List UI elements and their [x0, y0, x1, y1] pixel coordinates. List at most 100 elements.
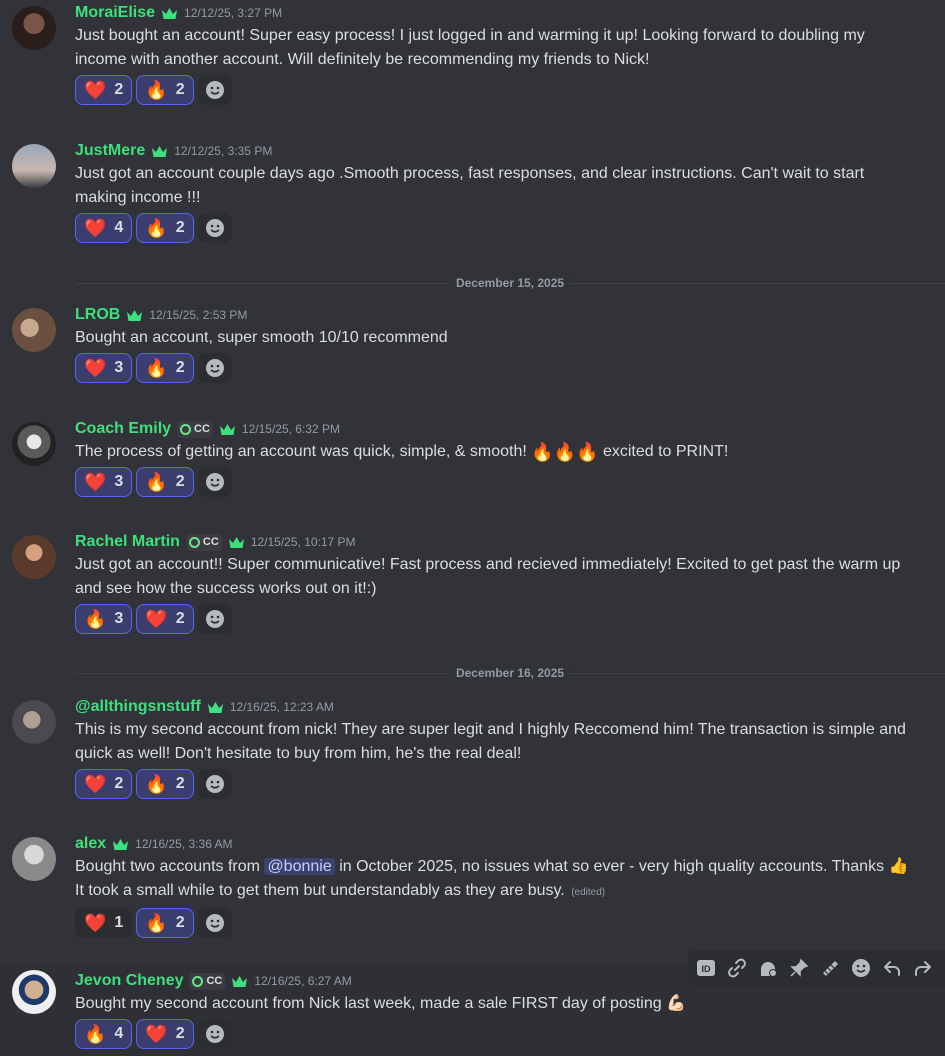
message-text-part: It took a small while to get them but un…	[75, 882, 565, 899]
server-tag-label: CC	[202, 536, 219, 548]
edited-label: (edited)	[571, 887, 606, 898]
server-tag[interactable]: CC	[185, 533, 222, 551]
fire-emoji: 🔥	[84, 609, 107, 629]
add-reaction-button[interactable]	[197, 1019, 232, 1049]
reply-icon[interactable]	[882, 958, 902, 978]
crown-icon	[127, 309, 143, 321]
username[interactable]: alex	[75, 835, 106, 853]
timestamp: 12/15/25, 6:32 PM	[241, 422, 340, 436]
smiley-icon	[205, 219, 224, 237]
user-mention[interactable]: @bonnie	[264, 858, 335, 875]
username[interactable]: MoraiElise	[75, 4, 155, 22]
fire-emoji: 🔥	[145, 358, 168, 378]
fire-emoji: 🔥	[145, 218, 168, 238]
reaction-heart[interactable]: ❤️ 2	[75, 75, 133, 105]
fire-emoji: 🔥	[145, 80, 168, 100]
reaction-count: 2	[175, 1025, 185, 1042]
server-tag[interactable]: CC	[177, 420, 213, 438]
reaction-fire[interactable]: 🔥 2	[136, 467, 194, 497]
link-icon[interactable]	[727, 958, 747, 978]
reaction-count: 4	[114, 1025, 124, 1042]
reaction-fire[interactable]: 🔥 2	[136, 908, 194, 938]
avatar[interactable]	[12, 535, 56, 579]
crown-icon	[113, 838, 129, 850]
add-reaction-button[interactable]	[197, 604, 232, 634]
heart-emoji: ❤️	[84, 358, 107, 378]
add-reaction-icon[interactable]	[851, 958, 871, 978]
avatar[interactable]	[12, 308, 56, 352]
message-text: income with another account. Will defini…	[75, 51, 650, 68]
message-text: and see how the success works out on it!…	[75, 580, 377, 597]
timestamp: 12/12/25, 3:35 PM	[174, 144, 273, 158]
username[interactable]: Coach Emily	[75, 420, 171, 438]
svg-text:ID: ID	[702, 964, 712, 974]
reaction-count: 2	[175, 473, 185, 490]
heart-emoji: ❤️	[84, 472, 107, 492]
message-text: Just got an account couple days ago .Smo…	[75, 165, 865, 182]
timestamp: 12/15/25, 2:53 PM	[149, 308, 248, 322]
reaction-fire[interactable]: 🔥 2	[136, 353, 194, 383]
fire-emoji: 🔥	[145, 774, 168, 794]
forward-icon[interactable]	[913, 958, 933, 978]
reaction-count: 2	[175, 359, 185, 376]
message-text: making income !!!	[75, 189, 201, 206]
username[interactable]: Rachel Martin	[75, 533, 180, 551]
message: alex 12/16/25, 3:36 AM Bought two accoun…	[0, 833, 945, 953]
heart-emoji: ❤️	[145, 1024, 168, 1044]
server-tag-label: CC	[206, 975, 223, 987]
username[interactable]: JustMere	[75, 142, 145, 160]
reaction-heart[interactable]: ❤️ 4	[75, 213, 133, 243]
reaction-fire[interactable]: 🔥 2	[136, 75, 194, 105]
reaction-fire[interactable]: 🔥 3	[75, 604, 133, 634]
smiley-icon	[205, 914, 224, 932]
reaction-fire[interactable]: 🔥 2	[136, 213, 194, 243]
timestamp: 12/16/25, 6:27 AM	[254, 974, 352, 988]
add-reaction-button[interactable]	[197, 213, 232, 243]
reaction-fire[interactable]: 🔥 2	[136, 769, 194, 799]
reaction-count: 3	[114, 610, 124, 627]
avatar[interactable]	[12, 700, 56, 744]
reaction-heart[interactable]: ❤️ 1	[75, 908, 133, 938]
reaction-heart[interactable]: ❤️ 3	[75, 467, 133, 497]
message: MoraiElise 12/12/25, 3:27 PM Just bought…	[0, 2, 945, 122]
reaction-heart[interactable]: ❤️ 3	[75, 353, 133, 383]
server-tag[interactable]: CC	[189, 972, 226, 990]
heart-emoji: ❤️	[145, 609, 168, 629]
add-reaction-button[interactable]	[197, 353, 232, 383]
heart-emoji: ❤️	[84, 913, 107, 933]
app-id-icon[interactable]: ID	[696, 958, 716, 978]
add-reaction-button[interactable]	[197, 467, 232, 497]
heart-emoji: ❤️	[84, 774, 107, 794]
reaction-count: 2	[175, 775, 185, 792]
crown-icon	[232, 975, 248, 987]
fire-emoji: 🔥🔥🔥	[531, 442, 599, 462]
add-reaction-button[interactable]	[197, 769, 232, 799]
message-text-part: excited to PRINT!	[602, 443, 729, 460]
smiley-icon	[205, 1025, 224, 1043]
add-reaction-button[interactable]	[197, 908, 232, 938]
thread-icon[interactable]	[758, 958, 778, 978]
reaction-heart[interactable]: ❤️ 2	[136, 1019, 194, 1049]
reaction-heart[interactable]: ❤️ 2	[136, 604, 194, 634]
username[interactable]: LROB	[75, 306, 120, 324]
mark-unread-icon[interactable]	[820, 958, 840, 978]
message-text-part: The process of getting an account was qu…	[75, 443, 527, 460]
avatar[interactable]	[12, 144, 56, 188]
username[interactable]: Jevon Cheney	[75, 972, 183, 990]
avatar[interactable]	[12, 6, 56, 50]
pin-icon[interactable]	[789, 958, 809, 978]
avatar[interactable]	[12, 837, 56, 881]
message-text: Bought two accounts from @bonnie in Octo…	[75, 855, 945, 879]
message-text-part: Bought two accounts from	[75, 858, 260, 875]
avatar[interactable]	[12, 422, 56, 466]
reaction-heart[interactable]: ❤️ 2	[75, 769, 133, 799]
username[interactable]: @allthingsnstuff	[75, 698, 201, 716]
message-text: quick as well! Don't hesitate to buy fro…	[75, 745, 522, 762]
smiley-icon	[205, 359, 224, 377]
avatar[interactable]	[12, 970, 56, 1014]
heart-emoji: ❤️	[84, 218, 107, 238]
message-text: Bought an account, super smooth 10/10 re…	[75, 329, 448, 346]
reaction-fire[interactable]: 🔥 4	[75, 1019, 133, 1049]
add-reaction-button[interactable]	[197, 75, 232, 105]
tag-badge-icon	[188, 536, 200, 548]
